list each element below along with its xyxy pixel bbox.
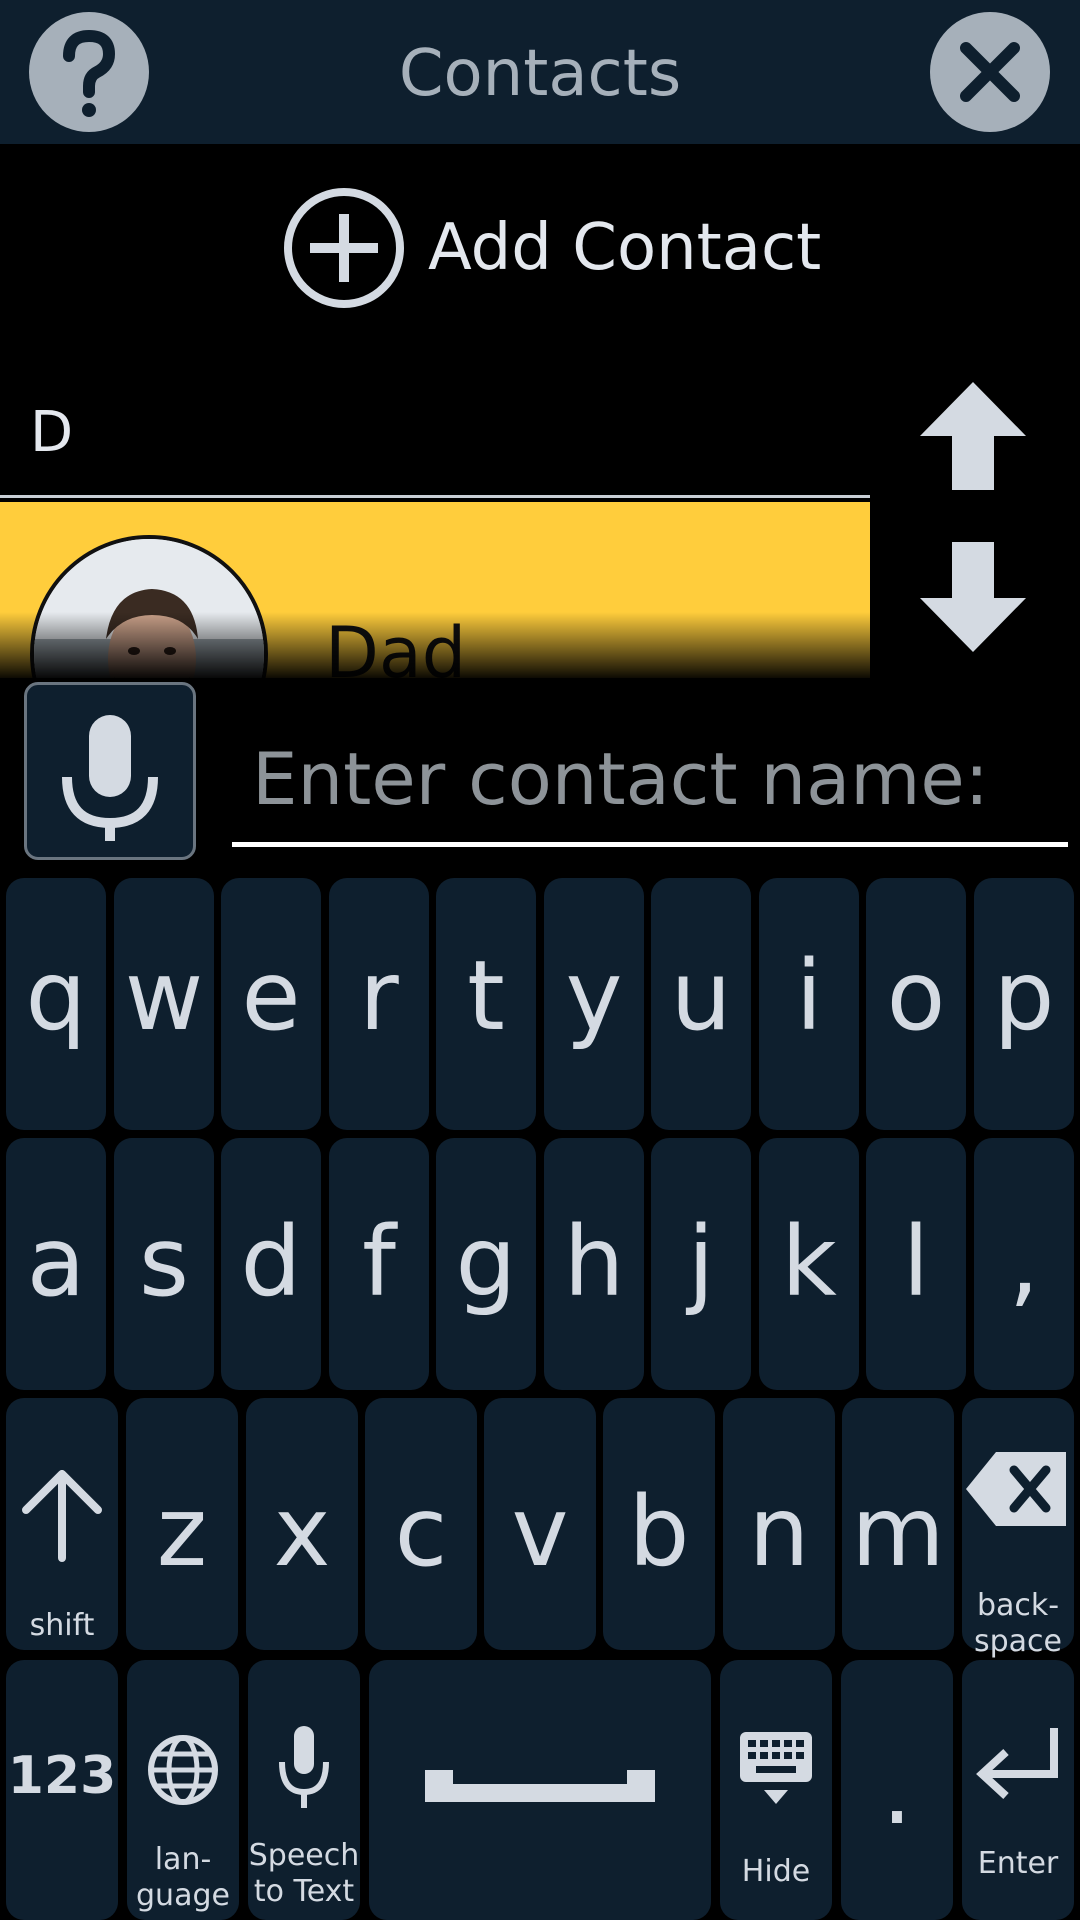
- key-g[interactable]: g: [436, 1138, 536, 1390]
- plus-circle-icon: [284, 188, 404, 308]
- key-m[interactable]: m: [842, 1398, 954, 1650]
- key-b[interactable]: b: [603, 1398, 715, 1650]
- shift-key[interactable]: shift: [6, 1398, 118, 1650]
- shift-arrow-icon: [22, 1470, 102, 1562]
- key-i[interactable]: i: [759, 878, 859, 1130]
- key-q[interactable]: q: [6, 878, 106, 1130]
- key-comma[interactable]: ,: [974, 1138, 1074, 1390]
- close-x-icon: [960, 42, 1020, 102]
- key-d[interactable]: d: [221, 1138, 321, 1390]
- speech-to-text-key[interactable]: Speech to Text: [248, 1660, 360, 1920]
- microphone-icon: [279, 1726, 329, 1808]
- key-k[interactable]: k: [759, 1138, 859, 1390]
- scroll-down-button[interactable]: [918, 540, 1028, 654]
- add-contact-button[interactable]: Add Contact: [282, 186, 821, 310]
- space-key[interactable]: [369, 1660, 711, 1920]
- input-underline: [232, 842, 1068, 847]
- section-divider: [0, 495, 870, 498]
- key-f[interactable]: f: [329, 1138, 429, 1390]
- backspace-icon: [966, 1452, 1066, 1526]
- hide-keyboard-key[interactable]: Hide: [720, 1660, 832, 1920]
- close-button[interactable]: [930, 12, 1050, 132]
- key-z[interactable]: z: [126, 1398, 238, 1650]
- keyboard-hide-icon: [740, 1732, 812, 1804]
- key-x[interactable]: x: [246, 1398, 358, 1650]
- key-o[interactable]: o: [866, 878, 966, 1130]
- backspace-key[interactable]: back- space: [962, 1398, 1074, 1659]
- contact-name-input[interactable]: [232, 724, 1068, 834]
- key-v[interactable]: v: [484, 1398, 596, 1650]
- contact-name: Dad: [325, 612, 467, 678]
- arrow-up-icon: [920, 382, 1026, 490]
- key-y[interactable]: y: [544, 878, 644, 1130]
- key-l[interactable]: l: [866, 1138, 966, 1390]
- enter-return-icon: [976, 1728, 1058, 1799]
- key-a[interactable]: a: [6, 1138, 106, 1390]
- avatar: [30, 535, 268, 678]
- key-w[interactable]: w: [114, 878, 214, 1130]
- add-contact-label: Add Contact: [428, 211, 822, 285]
- key-h[interactable]: h: [544, 1138, 644, 1390]
- arrow-down-icon: [920, 542, 1026, 652]
- period-key[interactable]: .: [841, 1660, 953, 1920]
- globe-icon: [148, 1735, 218, 1805]
- key-c[interactable]: c: [365, 1398, 477, 1650]
- enter-key[interactable]: Enter: [962, 1660, 1074, 1920]
- key-n[interactable]: n: [723, 1398, 835, 1650]
- key-p[interactable]: p: [974, 878, 1074, 1130]
- section-letter: D: [30, 400, 74, 465]
- header-bar: Contacts: [0, 0, 1080, 144]
- key-j[interactable]: j: [651, 1138, 751, 1390]
- key-t[interactable]: t: [436, 878, 536, 1130]
- key-s[interactable]: s: [114, 1138, 214, 1390]
- key-r[interactable]: r: [329, 878, 429, 1130]
- spacebar-icon: [425, 1770, 655, 1802]
- microphone-icon: [62, 715, 158, 841]
- voice-input-button[interactable]: [24, 682, 196, 860]
- scroll-up-button[interactable]: [918, 380, 1028, 494]
- key-e[interactable]: e: [221, 878, 321, 1130]
- numbers-key[interactable]: 123: [6, 1660, 118, 1920]
- key-u[interactable]: u: [651, 878, 751, 1130]
- page-title: Contacts: [398, 37, 682, 111]
- contact-list-item[interactable]: Dad: [0, 502, 870, 678]
- language-key[interactable]: lan- guage: [127, 1660, 239, 1920]
